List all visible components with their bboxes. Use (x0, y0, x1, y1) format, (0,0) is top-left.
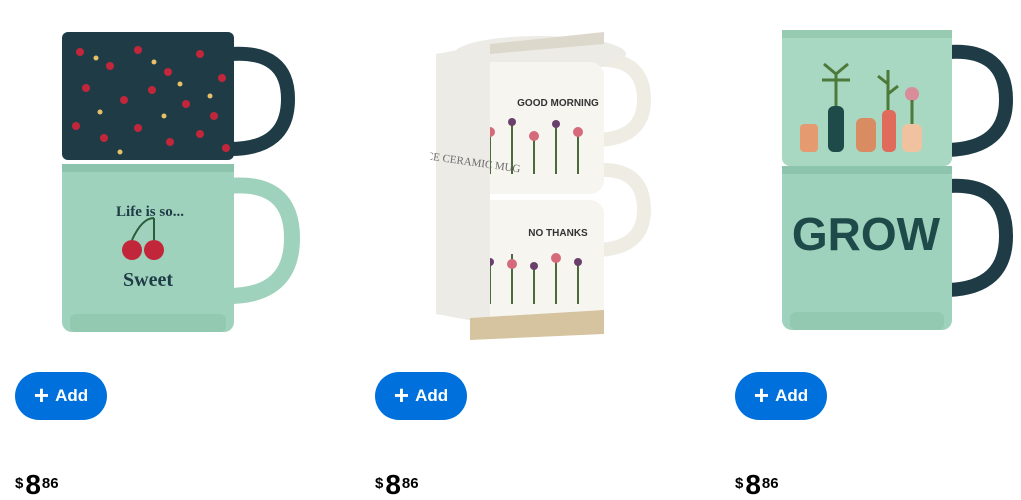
price-cents: 86 (41, 475, 59, 492)
product-price: $ 8 86 (735, 470, 779, 500)
mug-text-grow: GROW (792, 208, 941, 260)
add-button-label: Add (775, 386, 809, 405)
price-dollars: 8 (25, 469, 41, 500)
mug-text-sweet: Sweet (123, 269, 173, 291)
add-button-label: Add (415, 386, 449, 405)
price-cents: 86 (761, 475, 779, 492)
product-price: $ 8 86 (375, 470, 419, 500)
product-card-cherry: Life is so... Sweet + Add $ 8 86 (0, 0, 301, 500)
product-card-floral: GOOD MORNING NO THANKS 2-PIECE CERAMIC M… (360, 0, 660, 500)
product-image-floral[interactable]: GOOD MORNING NO THANKS 2-PIECE CERAMIC M… (430, 14, 760, 344)
price-dollars: 8 (745, 469, 761, 500)
price-currency: $ (375, 475, 384, 492)
price-dollars: 8 (385, 469, 401, 500)
product-price: $ 8 86 (15, 470, 59, 500)
product-image-cherry[interactable]: Life is so... Sweet (40, 14, 370, 344)
plus-icon: + (753, 380, 770, 410)
add-button-label: Add (55, 386, 89, 405)
mug-text-good-morning: GOOD MORNING (517, 98, 599, 109)
plus-icon: + (393, 380, 410, 410)
plus-icon: + (33, 380, 50, 410)
price-currency: $ (735, 475, 744, 492)
add-to-cart-button[interactable]: + Add (375, 372, 467, 420)
price-currency: $ (15, 475, 24, 492)
mug-text-no-thanks: NO THANKS (528, 228, 588, 239)
add-to-cart-button[interactable]: + Add (15, 372, 107, 420)
price-cents: 86 (401, 475, 419, 492)
product-card-grow: GROW + Add $ 8 86 (720, 0, 1021, 500)
product-image-grow[interactable]: GROW (772, 14, 1021, 344)
add-to-cart-button[interactable]: + Add (735, 372, 827, 420)
